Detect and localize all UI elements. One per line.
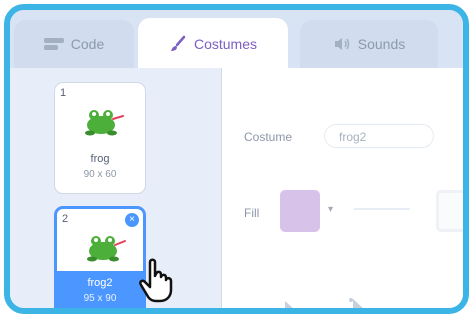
delete-icon[interactable]: × xyxy=(125,213,139,227)
costume-list: 1 frog 90 x 60 2 × frog2 95 x 90 xyxy=(10,68,222,308)
costume-number: 2 xyxy=(62,213,69,225)
fill-color-swatch[interactable] xyxy=(280,190,320,232)
costume-size: 95 x 90 xyxy=(83,293,117,304)
costume-size: 90 x 60 xyxy=(83,169,117,180)
hand-pointer-cursor xyxy=(139,258,173,303)
costume-name: frog xyxy=(90,153,110,165)
frog-thumbnail xyxy=(87,236,126,262)
costume-label: Costume xyxy=(244,130,293,144)
costume-tile-selected[interactable]: 2 × frog2 95 x 90 xyxy=(54,206,146,308)
costume-number: 1 xyxy=(60,87,67,99)
costume-tile[interactable]: 1 frog 90 x 60 xyxy=(54,82,146,194)
select-tool-icon[interactable] xyxy=(280,298,302,314)
outline-color-swatch[interactable] xyxy=(436,190,463,232)
outline-divider xyxy=(354,208,410,210)
code-icon xyxy=(43,38,64,50)
tab-bar: Code Costumes Sounds xyxy=(10,10,463,70)
tab-code[interactable]: Code xyxy=(14,20,134,68)
tab-costumes-label: Costumes xyxy=(193,36,258,52)
fill-label: Fill xyxy=(244,206,260,220)
costume-name: frog2 xyxy=(87,277,113,289)
paint-editor: Costume frog2 Fill ▾ xyxy=(222,68,463,314)
frog-thumbnail xyxy=(85,110,124,136)
paintbrush-icon xyxy=(170,35,186,51)
tab-costumes[interactable]: Costumes xyxy=(138,18,288,70)
speaker-icon xyxy=(334,38,349,50)
app-window: Code Costumes Sounds 1 frog 90 x 60 2 × … xyxy=(4,4,469,314)
chevron-down-icon[interactable]: ▾ xyxy=(328,204,333,215)
tab-sounds[interactable]: Sounds xyxy=(300,20,438,68)
costume-name-input[interactable]: frog2 xyxy=(324,124,434,148)
reshape-tool-icon[interactable] xyxy=(346,296,368,314)
tab-code-label: Code xyxy=(70,36,105,52)
tab-sounds-label: Sounds xyxy=(357,36,406,52)
